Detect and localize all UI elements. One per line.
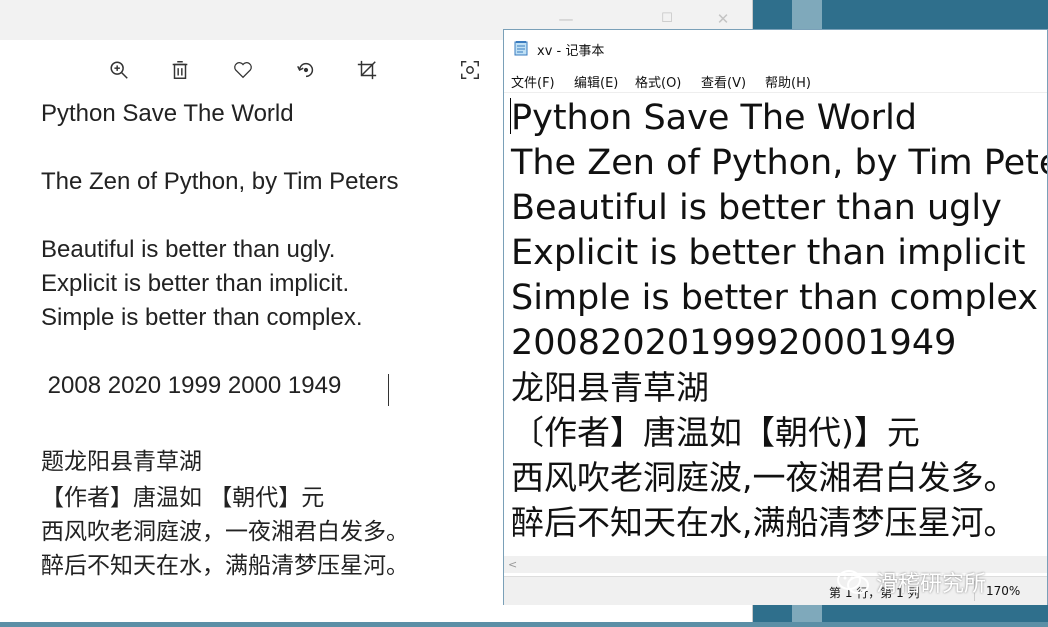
notepad-line: 龙阳县青草湖 bbox=[511, 368, 709, 407]
crop-button[interactable] bbox=[351, 52, 383, 88]
image-text-line: Beautiful is better than ugly. bbox=[41, 236, 336, 263]
taskbar-edge bbox=[0, 622, 1048, 627]
image-text-line: 西风吹老洞庭波，一夜湘君白发多。 bbox=[41, 519, 409, 545]
scroll-left-arrow-icon[interactable]: < bbox=[508, 556, 517, 573]
zoom-button[interactable] bbox=[103, 52, 135, 88]
notepad-menubar: 文件(F) 编辑(E) 格式(O) 查看(V) 帮助(H) bbox=[504, 68, 1047, 93]
rotate-icon bbox=[297, 62, 314, 78]
notepad-line: Python Save The World bbox=[511, 98, 918, 138]
image-text-cursor bbox=[388, 374, 389, 406]
image-text-line: 醉后不知天在水，满船清梦压星河。 bbox=[41, 553, 409, 579]
notepad-line: 20082020199920001949 bbox=[511, 323, 957, 363]
notepad-icon bbox=[514, 41, 528, 56]
watermark: 滑稽研究所 bbox=[836, 566, 986, 598]
image-text-line: 2008 2020 1999 2000 1949 bbox=[41, 372, 342, 399]
crop-icon bbox=[357, 60, 377, 80]
wechat-logo-icon bbox=[837, 570, 869, 594]
maximize-button[interactable]: ☐ bbox=[656, 8, 678, 30]
menu-help[interactable]: 帮助(H) bbox=[765, 72, 811, 91]
image-text-line: Python Save The World bbox=[41, 100, 294, 127]
notepad-text-area[interactable]: Python Save The World The Zen of Python,… bbox=[504, 94, 1047, 556]
menu-file[interactable]: 文件(F) bbox=[511, 72, 555, 91]
notepad-line: Explicit is better than implicit bbox=[511, 233, 1026, 273]
scan-text-icon bbox=[461, 61, 479, 79]
notepad-titlebar[interactable]: xv - 记事本 bbox=[504, 30, 1047, 66]
image-text-line: 题龙阳县青草湖 bbox=[41, 449, 202, 475]
notepad-line: Beautiful is better than ugly bbox=[511, 188, 1002, 228]
delete-icon bbox=[172, 61, 188, 79]
notepad-line: 醉后不知天在水,满船清梦压星河。 bbox=[511, 503, 1017, 542]
favorite-button[interactable] bbox=[227, 52, 259, 88]
image-text-line: Explicit is better than implicit. bbox=[41, 270, 350, 297]
watermark-text: 滑稽研究所 bbox=[876, 572, 987, 597]
notepad-line: 西风吹老洞庭波,一夜湘君白发多。 bbox=[511, 458, 1017, 497]
zoom-level: 170% bbox=[986, 584, 1021, 598]
notepad-line: Simple is better than complex bbox=[511, 278, 1038, 318]
scan-text-button[interactable] bbox=[454, 52, 486, 88]
favorite-icon bbox=[234, 62, 252, 79]
image-text-line: Simple is better than complex. bbox=[41, 304, 363, 331]
notepad-line: The Zen of Python, by Tim Peters bbox=[511, 143, 1047, 183]
minimize-button[interactable]: — bbox=[555, 8, 577, 30]
rotate-button[interactable] bbox=[290, 52, 322, 88]
notepad-title: xv - 记事本 bbox=[537, 44, 605, 59]
menu-format[interactable]: 格式(O) bbox=[635, 72, 681, 91]
close-button[interactable]: ✕ bbox=[712, 8, 734, 30]
menu-view[interactable]: 查看(V) bbox=[701, 72, 746, 91]
zoom-icon bbox=[110, 61, 128, 79]
notepad-line: 〔作者】唐温如【朝代)】元 bbox=[511, 413, 920, 452]
image-text-line: The Zen of Python, by Tim Peters bbox=[41, 168, 399, 195]
image-text-line: 【作者】唐温如 【朝代】元 bbox=[41, 485, 325, 511]
menu-edit[interactable]: 编辑(E) bbox=[574, 72, 618, 91]
delete-button[interactable] bbox=[164, 52, 196, 88]
notepad-window: xv - 记事本 文件(F) 编辑(E) 格式(O) 查看(V) 帮助(H) P… bbox=[503, 29, 1048, 605]
